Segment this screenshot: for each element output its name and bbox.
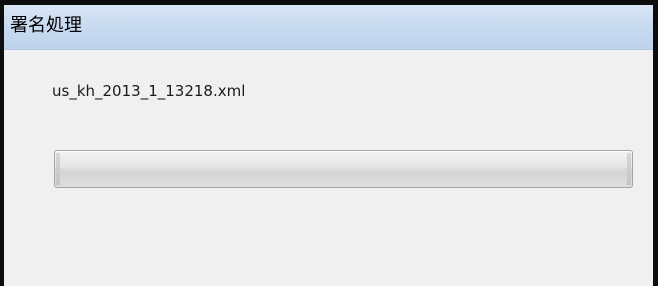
dialog-content: us_kh_2013_1_13218.xml xyxy=(4,50,653,286)
progress-bar xyxy=(54,150,633,188)
window-title: 署名処理 xyxy=(10,15,82,36)
signing-dialog-window: 署名処理 us_kh_2013_1_13218.xml xyxy=(0,0,658,286)
progress-bar-right-edge xyxy=(627,153,631,185)
file-name-label: us_kh_2013_1_13218.xml xyxy=(52,82,246,100)
title-bar[interactable]: 署名処理 xyxy=(4,5,653,50)
progress-bar-left-edge xyxy=(56,153,60,185)
